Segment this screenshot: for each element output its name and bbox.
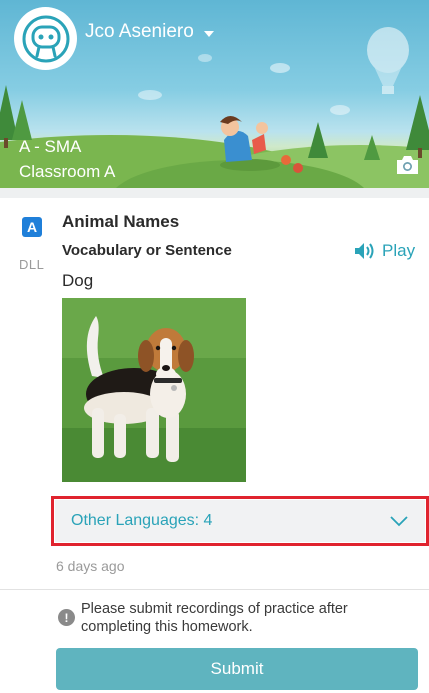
activity-title: Animal Names (62, 212, 180, 231)
vocabulary-image (62, 298, 246, 482)
activity-type-icon: A (22, 217, 42, 237)
chevron-down-icon (390, 516, 408, 527)
camera-icon[interactable] (395, 154, 420, 176)
speaker-icon (355, 243, 374, 259)
classroom-name: Classroom A (19, 162, 116, 181)
beagle-dog-photo (62, 298, 246, 482)
play-audio-button[interactable]: Play (354, 241, 415, 261)
activity-type-label: DLL (19, 257, 45, 272)
other-languages-dropdown[interactable]: Other Languages: 4 (55, 500, 425, 542)
vocabulary-word: Dog (62, 271, 94, 290)
posted-timestamp: 6 days ago (56, 558, 125, 574)
class-code: A - SMA (19, 137, 82, 156)
play-label: Play (382, 241, 416, 260)
class-header-banner: Jco Aseniero A - SMA Classroom A (0, 0, 429, 188)
chevron-down-icon (203, 30, 214, 37)
user-switcher[interactable]: Jco Aseniero (85, 21, 214, 43)
user-name-label: Jco Aseniero (85, 21, 194, 42)
other-languages-label: Other Languages: 4 (71, 512, 213, 529)
user-avatar[interactable] (14, 7, 77, 70)
activity-subtitle: Vocabulary or Sentence (62, 242, 232, 259)
divider (0, 589, 429, 590)
exclamation-icon: ! (58, 609, 75, 626)
section-separator (0, 188, 429, 198)
submission-notice: Please submit recordings of practice aft… (81, 601, 348, 635)
robot-avatar-icon (22, 15, 69, 62)
submit-button[interactable]: Submit (56, 648, 418, 690)
